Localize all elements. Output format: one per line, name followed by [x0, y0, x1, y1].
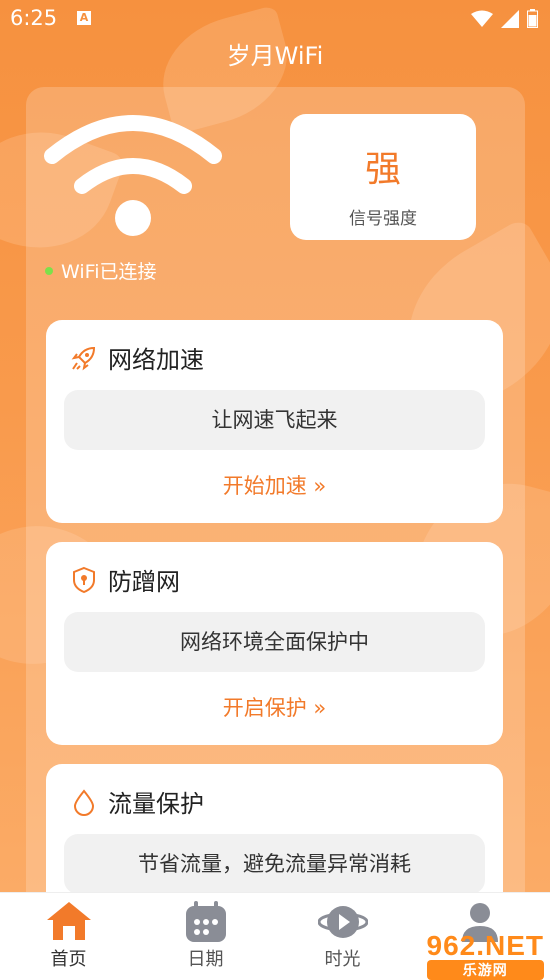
wifi-icon — [44, 115, 222, 236]
signal-label: 信号强度 — [349, 209, 417, 229]
rocket-icon — [71, 346, 96, 370]
home-icon — [46, 902, 91, 940]
card-header: 网络加速 — [70, 340, 204, 375]
planet-play-icon — [317, 906, 368, 938]
cell-signal-icon — [501, 9, 519, 28]
tab-calendar[interactable]: 日期 — [137, 893, 274, 980]
card-title: 网络加速 — [108, 346, 204, 374]
watermark-subtext: 乐游网 — [426, 960, 544, 980]
watermark-text: 962.NET — [426, 930, 544, 961]
tab-label: 日期 — [187, 949, 224, 970]
anti-theft-card: 防蹭网 网络环境全面保护中 开启保护 » — [46, 542, 503, 745]
tab-label: 时光 — [324, 949, 361, 970]
wifi-status-label: WiFi已连接 — [61, 261, 157, 283]
status-time: 6:25 — [10, 6, 58, 30]
card-header: 流量保护 — [70, 784, 204, 819]
app-title: 岁月WiFi — [226, 42, 324, 70]
status-dot — [45, 266, 53, 275]
status-icons — [471, 9, 538, 28]
card-header: 防蹭网 — [70, 562, 180, 597]
signal-value: 强 — [364, 149, 401, 190]
notification-icon: A — [77, 11, 91, 25]
signal-strength-card: 强 信号强度 — [290, 114, 476, 240]
battery-icon — [527, 9, 538, 28]
shield-icon — [73, 566, 95, 593]
app-screen: 6:25 A 岁月WiFi WiFi已连接 强 信号强度 网络加速 让网速飞起来… — [0, 0, 550, 892]
card-title: 防蹭网 — [108, 568, 180, 596]
start-speedup-button[interactable]: 开始加速 » — [46, 470, 503, 500]
card-description: 网络环境全面保护中 — [64, 612, 485, 672]
wifi-signal-icon — [471, 10, 493, 27]
tab-label: 首页 — [50, 949, 87, 970]
status-bar: 6:25 A — [0, 0, 550, 40]
calendar-icon — [185, 901, 226, 942]
card-description: 节省流量，避免流量异常消耗 — [64, 834, 485, 892]
card-title: 流量保护 — [108, 790, 204, 818]
card-description: 让网速飞起来 — [64, 390, 485, 450]
watermark-logo: 962.NET 乐游网 — [426, 930, 544, 980]
tab-time[interactable]: 时光 — [274, 893, 411, 980]
water-drop-icon — [73, 788, 95, 816]
enable-protection-button[interactable]: 开启保护 » — [46, 692, 503, 722]
data-protection-card: 流量保护 节省流量，避免流量异常消耗 — [46, 764, 503, 892]
wifi-status: WiFi已连接 — [45, 257, 156, 284]
speed-up-card: 网络加速 让网速飞起来 开始加速 » — [46, 320, 503, 523]
tab-home[interactable]: 首页 — [0, 893, 137, 980]
